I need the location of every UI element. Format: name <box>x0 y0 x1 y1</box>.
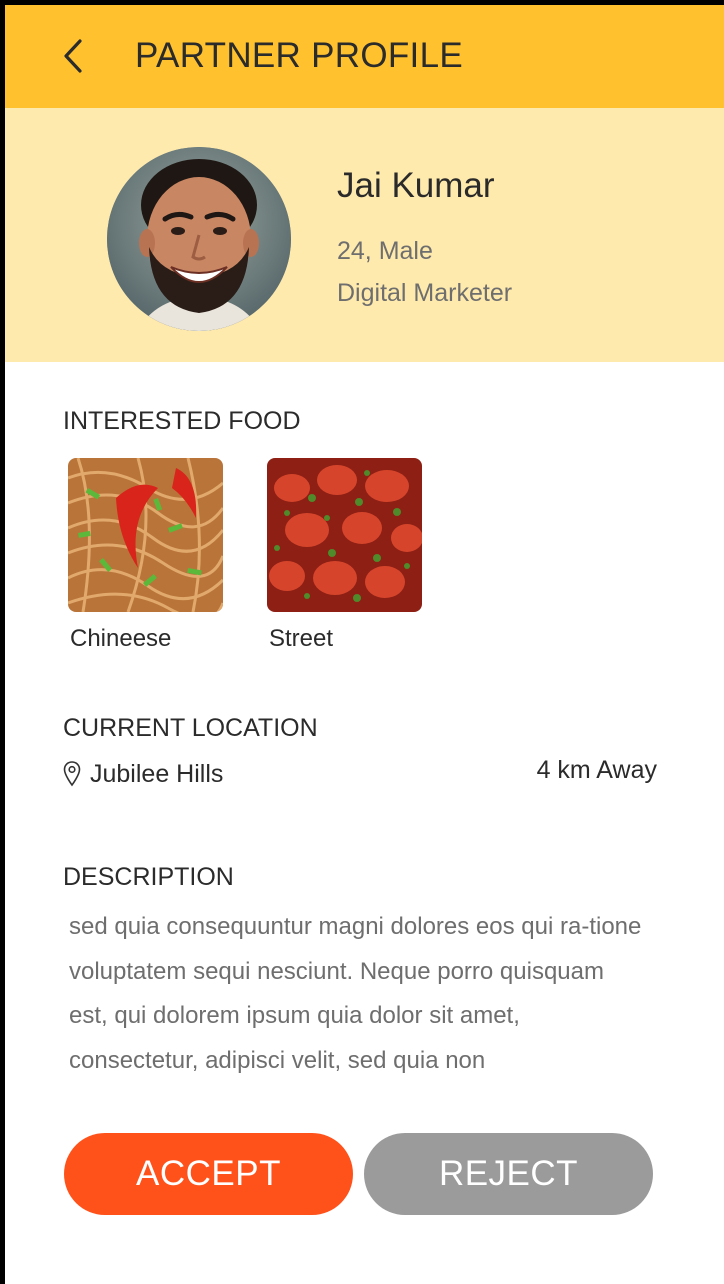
chevron-left-icon <box>64 39 82 73</box>
profile-name: Jai Kumar <box>337 166 495 205</box>
description-heading: DESCRIPTION <box>63 863 234 891</box>
description-text: sed quia consequuntur magni dolores eos … <box>69 913 642 1074</box>
interested-food-heading: INTERESTED FOOD <box>63 407 301 435</box>
location-distance: 4 km Away <box>536 756 657 784</box>
food-label: Chineese <box>70 625 172 652</box>
food-item-street[interactable]: Street <box>267 458 422 652</box>
street-food-image <box>267 458 422 612</box>
profile-age-gender: 24, Male <box>337 237 433 265</box>
noodles-image <box>68 458 223 612</box>
food-label: Street <box>269 625 334 652</box>
avatar <box>107 147 291 331</box>
profile-occupation: Digital Marketer <box>337 279 513 307</box>
location-name: Jubilee Hills <box>90 760 224 788</box>
profile-summary: Jai Kumar 24, Male Digital Marketer <box>5 108 724 362</box>
reject-button[interactable]: REJECT <box>364 1133 653 1215</box>
food-item-chinese[interactable]: Chineese <box>68 458 223 652</box>
app-header: PARTNER PROFILE <box>5 5 724 108</box>
page-title: PARTNER PROFILE <box>135 36 463 75</box>
accept-button[interactable]: ACCEPT <box>64 1133 353 1215</box>
location-pin-icon <box>63 761 81 787</box>
partner-profile-screen: PARTNER PROFILE Jai Kumar 24, Male Digit… <box>5 5 724 1284</box>
current-location-heading: CURRENT LOCATION <box>63 714 318 742</box>
back-button[interactable] <box>53 31 93 81</box>
